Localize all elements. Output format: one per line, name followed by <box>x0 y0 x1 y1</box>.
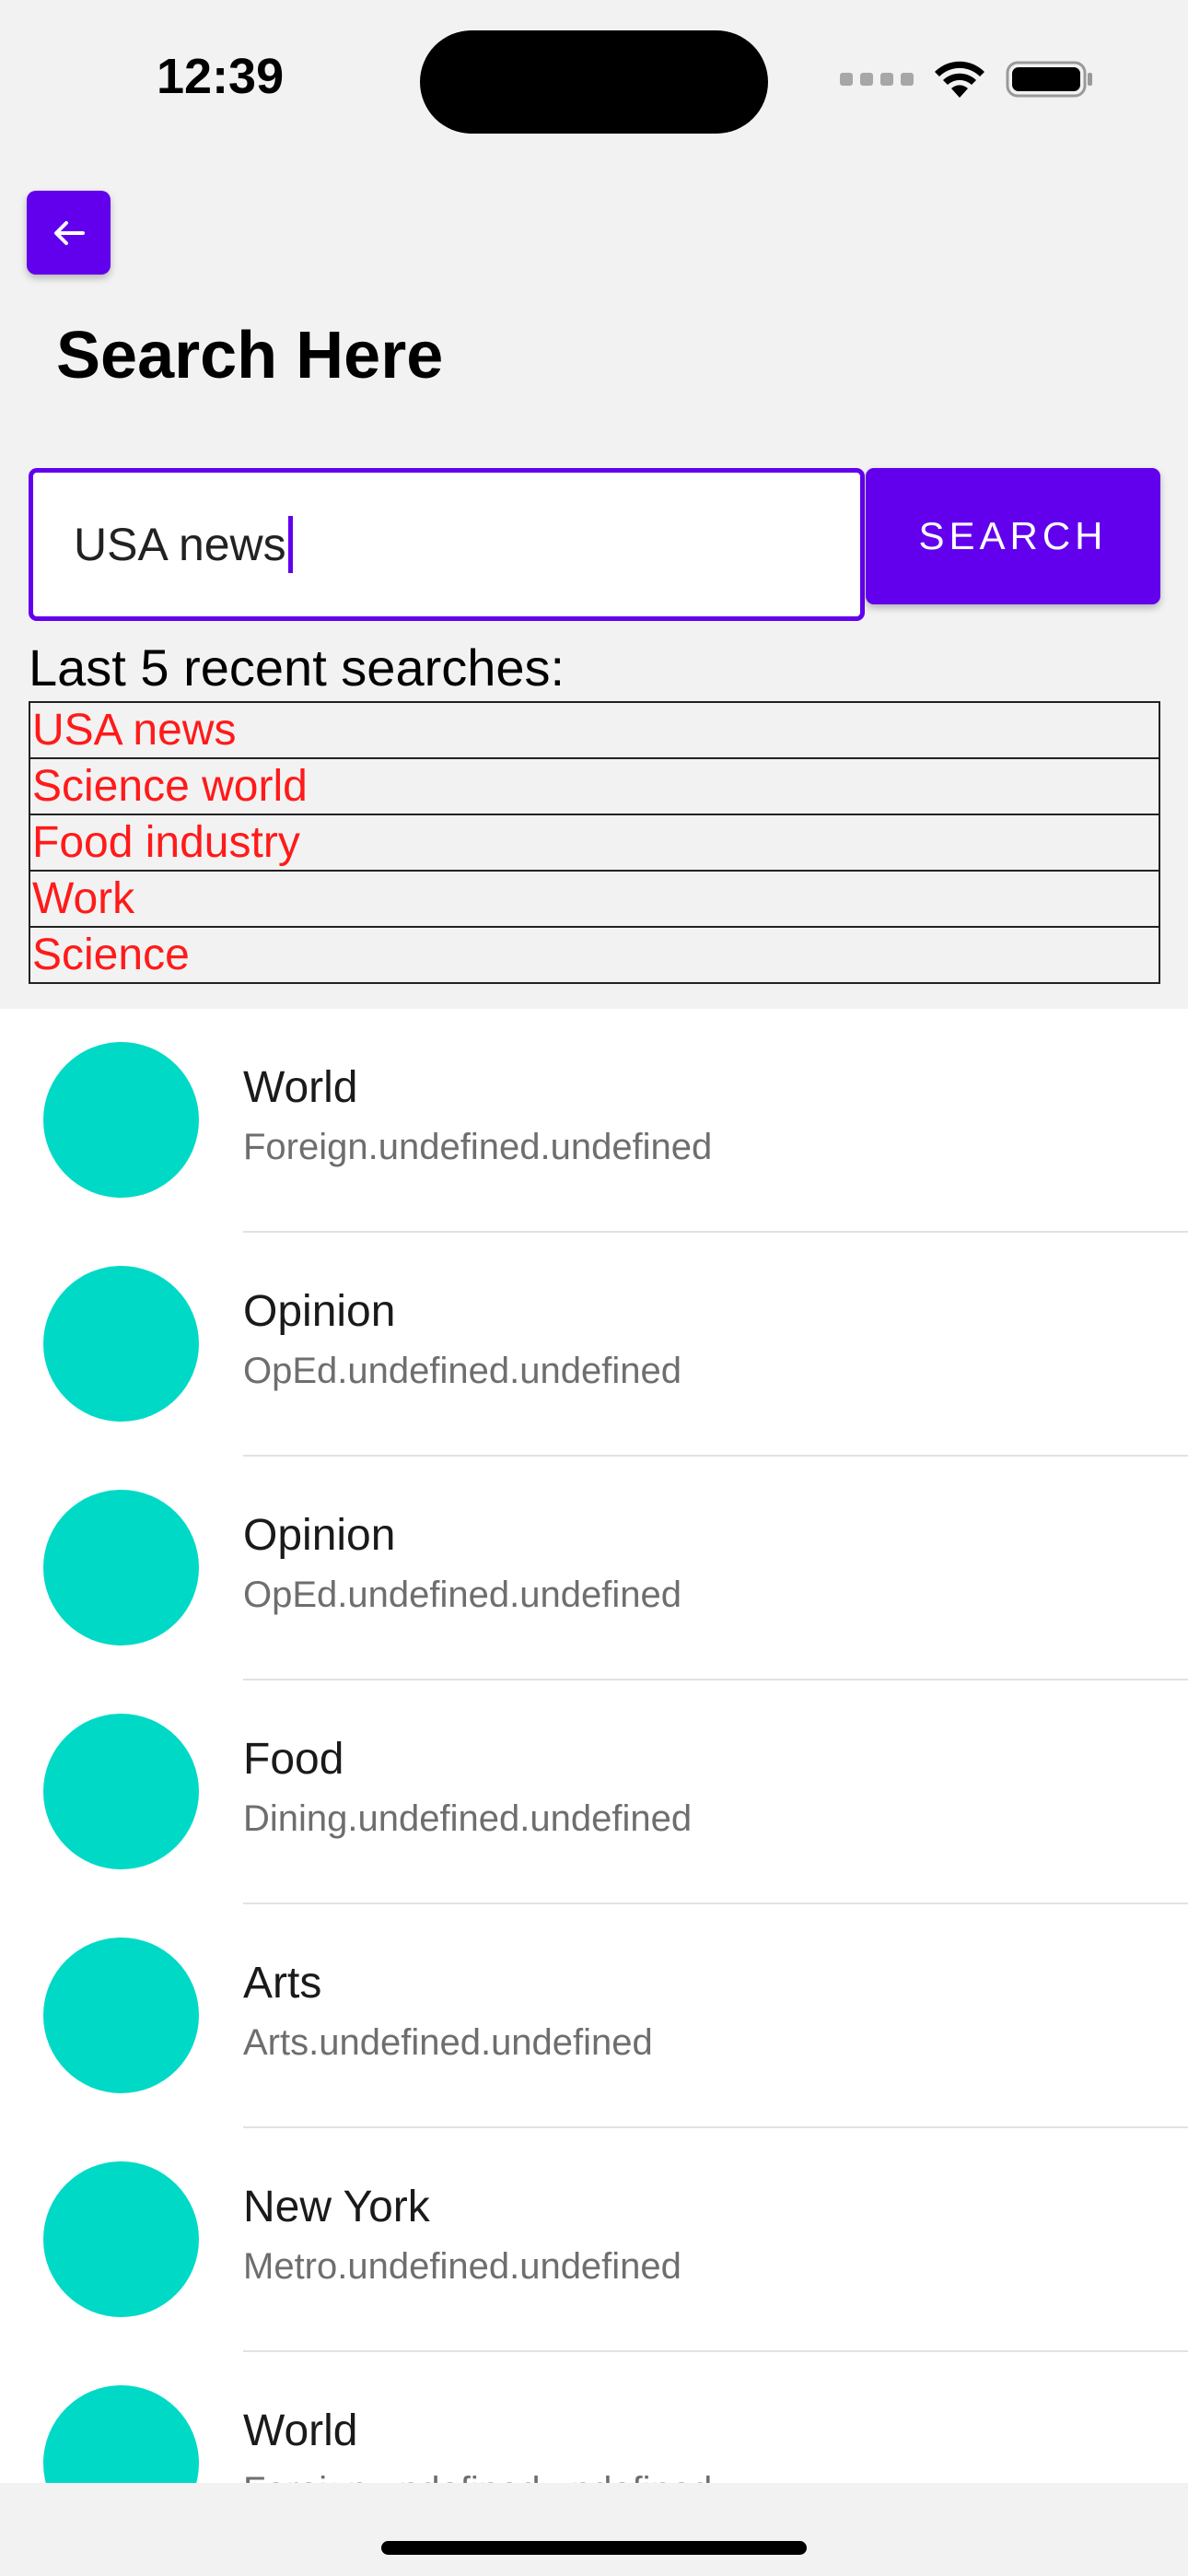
search-input[interactable]: USA news <box>29 468 865 621</box>
item-title: World <box>243 2406 358 2455</box>
back-button[interactable] <box>27 191 111 275</box>
recent-search-item[interactable]: Work <box>29 870 1160 928</box>
recent-searches-table: USA news Science world Food industry Wor… <box>29 701 1160 984</box>
arrow-left-icon <box>53 220 85 245</box>
list-item[interactable]: Opinion OpEd.undefined.undefined <box>0 1457 1188 1680</box>
list-item[interactable]: World Foreign.undefined.undefined <box>0 2352 1188 2483</box>
item-subtitle: Foreign.undefined.undefined <box>243 1127 713 1167</box>
item-subtitle: OpEd.undefined.undefined <box>243 1575 681 1615</box>
list-item[interactable]: Arts Arts.undefined.undefined <box>0 1904 1188 2128</box>
item-subtitle: Dining.undefined.undefined <box>243 1798 693 1839</box>
list-item[interactable]: New York Metro.undefined.undefined <box>0 2128 1188 2352</box>
item-title: Opinion <box>243 1287 396 1336</box>
avatar <box>43 2161 199 2317</box>
avatar <box>43 1042 199 1198</box>
text-cursor <box>287 516 293 573</box>
avatar <box>43 1938 199 2093</box>
wifi-icon <box>932 59 987 100</box>
search-button[interactable]: SEARCH <box>866 468 1160 604</box>
item-title: Arts <box>243 1959 322 2008</box>
avatar <box>43 1490 199 1645</box>
item-subtitle: Foreign.undefined.undefined <box>243 2470 712 2483</box>
status-icons <box>840 53 1094 105</box>
item-title: Food <box>243 1735 344 1784</box>
screen: 12:39 Search Here USA news SEARCH Last 5… <box>0 0 1188 2576</box>
item-title: New York <box>243 2183 430 2231</box>
list-item[interactable]: World Foreign.undefined.undefined <box>0 1009 1188 1233</box>
item-subtitle: Metro.undefined.undefined <box>243 2246 681 2287</box>
recent-search-item[interactable]: Food industry <box>29 814 1160 872</box>
battery-icon <box>1006 59 1094 100</box>
item-subtitle: Arts.undefined.undefined <box>243 2022 653 2063</box>
page-title: Search Here <box>56 319 444 392</box>
recent-search-item[interactable]: Science <box>29 926 1160 984</box>
list-item[interactable]: Food Dining.undefined.undefined <box>0 1680 1188 1904</box>
recent-search-item[interactable]: Science world <box>29 757 1160 815</box>
search-input-value: USA news <box>74 519 286 570</box>
avatar <box>43 1266 199 1422</box>
home-indicator[interactable] <box>381 2541 807 2555</box>
recent-searches-heading: Last 5 recent searches: <box>29 638 565 697</box>
cellular-signal-icon <box>840 73 914 86</box>
dynamic-island <box>420 30 768 134</box>
item-subtitle: OpEd.undefined.undefined <box>243 1351 681 1391</box>
item-title: World <box>243 1063 358 1112</box>
avatar <box>43 2385 199 2483</box>
list-item[interactable]: Opinion OpEd.undefined.undefined <box>0 1233 1188 1457</box>
recent-search-item[interactable]: USA news <box>29 701 1160 759</box>
bottom-safe-area <box>0 2483 1188 2576</box>
results-list[interactable]: World Foreign.undefined.undefined Opinio… <box>0 1009 1188 2483</box>
item-title: Opinion <box>243 1511 396 1560</box>
status-time: 12:39 <box>157 49 285 104</box>
avatar <box>43 1714 199 1869</box>
